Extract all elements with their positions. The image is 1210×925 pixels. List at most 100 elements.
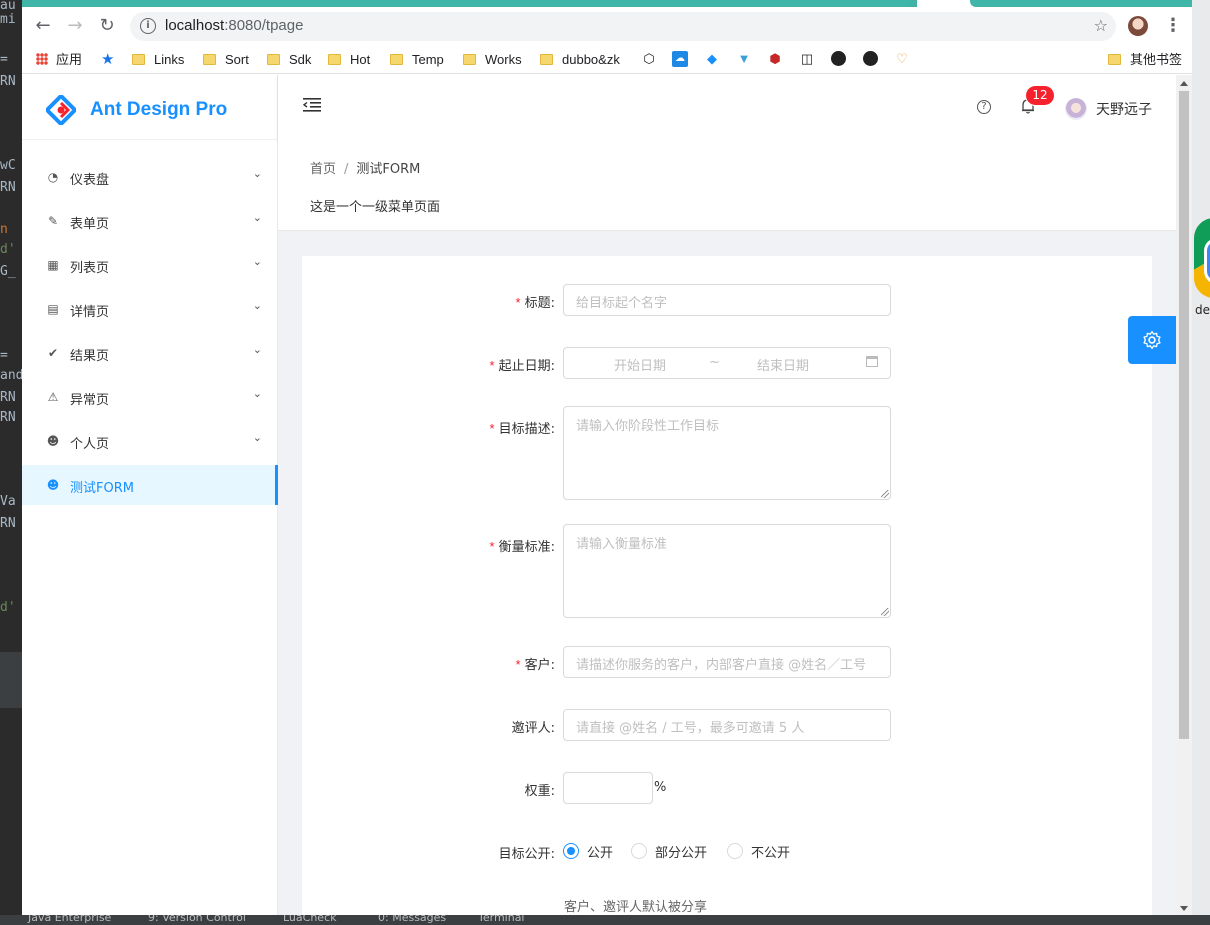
radio-label[interactable]: 部分公开 [655,842,707,861]
bookmark-folder-temp[interactable]: Temp [390,51,444,69]
back-button[interactable]: ← [32,15,54,37]
required-mark: * [515,657,521,672]
field-label: 邀评人: [512,717,555,736]
tab-background[interactable] [970,0,1192,7]
label-text: 起止日期: [498,359,555,374]
sidebar-item-form[interactable]: ✎ 表单页 ⌄ [22,201,278,241]
bookmark-folder-sort[interactable]: Sort [203,51,249,69]
sidebar-item-result[interactable]: ✔ 结果页 ⌄ [22,333,278,373]
bookmark-folder-sdk[interactable]: Sdk [267,51,311,69]
profile-avatar[interactable] [1128,16,1148,36]
radio-label[interactable]: 不公开 [751,842,790,861]
sidebar-item-label: 列表页 [70,261,110,276]
weight-unit: % [654,780,667,795]
menu-kebab-icon[interactable]: ⋮ [1164,15,1182,36]
menu-fold-icon[interactable] [303,97,321,113]
form-row-title: * 标题: 给目标起个名字 [302,284,1152,316]
username[interactable]: 天野远子 [1096,99,1152,119]
form-card: * 标题: 给目标起个名字 * 起止日期: 开始日期 ~ 结束日期 * 目标描述: 请… [302,256,1152,915]
bookmark-label: Temp [412,52,444,67]
question-circle-icon[interactable]: ? [977,100,991,114]
sidebar-item-profile[interactable]: ▤ 详情页 ⌄ [22,289,278,329]
tab-strip [22,0,1192,7]
sidebar-item-exception[interactable]: ⚠ 异常页 ⌄ [22,377,278,417]
scrollbar-thumb[interactable] [1179,91,1189,739]
bilibili-icon[interactable]: ◫ [799,51,815,67]
bookmark-apps[interactable]: 应用 [36,51,82,69]
url-text[interactable]: localhost:8080/tpage [165,17,303,34]
scroll-up-icon[interactable] [1180,81,1188,86]
resize-handle-icon[interactable] [881,490,889,498]
github-icon[interactable] [831,51,846,66]
form-row-invites: 邀评人: 请直接 @姓名 / 工号，最多可邀请 5 人 [302,709,1152,741]
app-root: Ant Design Pro ◔ 仪表盘 ⌄ ✎ 表单页 ⌄ ▦ 列表页 ⌄ ▤ 详情页 ⌄ ✔… [22,75,1192,915]
folder-icon [390,54,403,65]
folder-icon [540,54,553,65]
logo[interactable]: Ant Design Pro [22,75,277,140]
bookmark-folder-works[interactable]: Works [463,51,522,69]
avatar[interactable] [1065,98,1087,120]
radio-partial-public[interactable] [631,843,647,859]
date-range-picker[interactable]: 开始日期 ~ 结束日期 [563,347,891,379]
taskbar-item[interactable]: LuaCheck [283,915,337,924]
ide-taskbar: Java Enterprise 9: Version Control LuaCh… [0,915,1210,925]
ant-design-icon[interactable]: ◆ [704,51,720,67]
chevron-down-icon: ⌄ [252,387,262,400]
sidebar-item-label: 个人页 [70,437,110,452]
client-input[interactable]: 请描述你服务的客户，内部客户直接 @姓名／工号 [563,646,891,678]
cube-icon[interactable]: ⬡ [641,51,657,67]
shield-icon[interactable]: ⬢ [767,51,783,67]
bookmark-star-icon[interactable]: ☆ [1094,16,1108,35]
rabbit-icon[interactable]: ♡ [894,51,910,67]
reload-button[interactable]: ↻ [96,15,118,37]
radio-private[interactable] [727,843,743,859]
vuetify-icon[interactable]: ▼ [736,51,752,67]
user-icon: ☻ [46,434,60,448]
address-bar[interactable]: i localhost:8080/tpage ☆ [130,12,1116,41]
sidebar-item-label: 结果页 [70,349,110,364]
sidebar-item-dashboard[interactable]: ◔ 仪表盘 ⌄ [22,157,278,197]
start-date-input[interactable]: 开始日期 [614,355,666,374]
github-icon[interactable] [863,51,878,66]
taskbar-item[interactable]: 0: Messages [378,915,446,924]
scroll-down-icon[interactable] [1180,906,1188,911]
folder-icon [132,54,145,65]
bookmark-star-icon[interactable]: ★ [101,51,114,69]
folder-icon [267,54,280,65]
taskbar-item[interactable]: 9: Version Control [148,915,246,924]
radio-public[interactable] [563,843,579,859]
breadcrumb-home[interactable]: 首页 [310,162,336,177]
taskbar-item[interactable]: Java Enterprise [28,915,111,924]
form-row-weight: 权重: % [302,772,1152,804]
site-info-icon[interactable]: i [140,18,156,34]
invites-input[interactable]: 请直接 @姓名 / 工号，最多可邀请 5 人 [563,709,891,741]
title-input[interactable]: 给目标起个名字 [563,284,891,316]
end-date-input[interactable]: 结束日期 [757,355,809,374]
forward-button[interactable]: → [64,15,86,37]
sidebar-menu: ◔ 仪表盘 ⌄ ✎ 表单页 ⌄ ▦ 列表页 ⌄ ▤ 详情页 ⌄ ✔ 结果页 ⌄ ⚠ 异常页 ⌄ ☻ 个人页… [22,157,278,509]
sidebar-item-list[interactable]: ▦ 列表页 ⌄ [22,245,278,285]
bookmark-folder-links[interactable]: Links [132,51,184,69]
bookmark-other[interactable]: 其他书签 [1108,51,1182,69]
weight-input[interactable] [563,772,653,804]
taskbar-item[interactable]: Terminal [478,915,525,924]
scrollbar[interactable] [1176,75,1192,915]
bookmark-label: Works [485,52,522,67]
radio-label[interactable]: 公开 [587,842,613,861]
sidebar-item-account[interactable]: ☻ 个人页 ⌄ [22,421,278,461]
form-row-date: * 起止日期: 开始日期 ~ 结束日期 [302,347,1152,379]
tab-active[interactable] [917,0,975,7]
sidebar-item-test-form[interactable]: ☻ 测试FORM [22,465,278,505]
resize-handle-icon[interactable] [881,608,889,616]
bookmark-folder-hot[interactable]: Hot [328,51,370,69]
bookmark-folder-dubbo[interactable]: dubbo&zk [540,51,620,69]
standard-textarea[interactable]: 请输入衡量标准 [563,524,891,618]
required-mark: * [489,539,495,554]
goal-textarea[interactable]: 请输入你阶段性工作目标 [563,406,891,500]
logo-title: Ant Design Pro [90,99,228,120]
settings-drawer-button[interactable] [1128,316,1176,364]
tab-background[interactable] [22,0,910,7]
ide-background: au mi = RN wC RN n d' G_ = and RN RN Va … [0,0,22,925]
cloud-icon[interactable]: ☁ [672,51,688,67]
ant-design-logo-icon [46,95,76,125]
